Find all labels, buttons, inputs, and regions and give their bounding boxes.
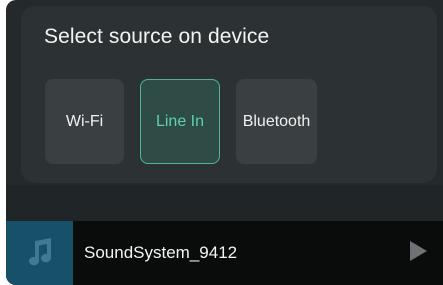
app-screen: Select source on device Wi-Fi Line In Bl… [6, 0, 443, 285]
source-option-label: Line In [155, 112, 205, 130]
music-note-icon [23, 234, 57, 273]
source-select-panel: Select source on device Wi-Fi Line In Bl… [21, 6, 437, 183]
play-icon [407, 239, 429, 268]
now-playing-bar[interactable]: SoundSystem_9412 [6, 221, 443, 285]
source-option-wifi[interactable]: Wi-Fi [45, 79, 124, 164]
source-option-bluetooth[interactable]: Bluetooth [236, 79, 317, 164]
panel-title: Select source on device [44, 25, 270, 48]
source-option-line-in[interactable]: Line In [140, 79, 220, 164]
album-art [6, 221, 73, 285]
source-option-label: Wi-Fi [65, 112, 104, 130]
device-name: SoundSystem_9412 [84, 243, 238, 262]
play-button[interactable] [406, 239, 430, 268]
source-option-label: Bluetooth [242, 112, 311, 130]
panel-divider-area [6, 185, 443, 221]
